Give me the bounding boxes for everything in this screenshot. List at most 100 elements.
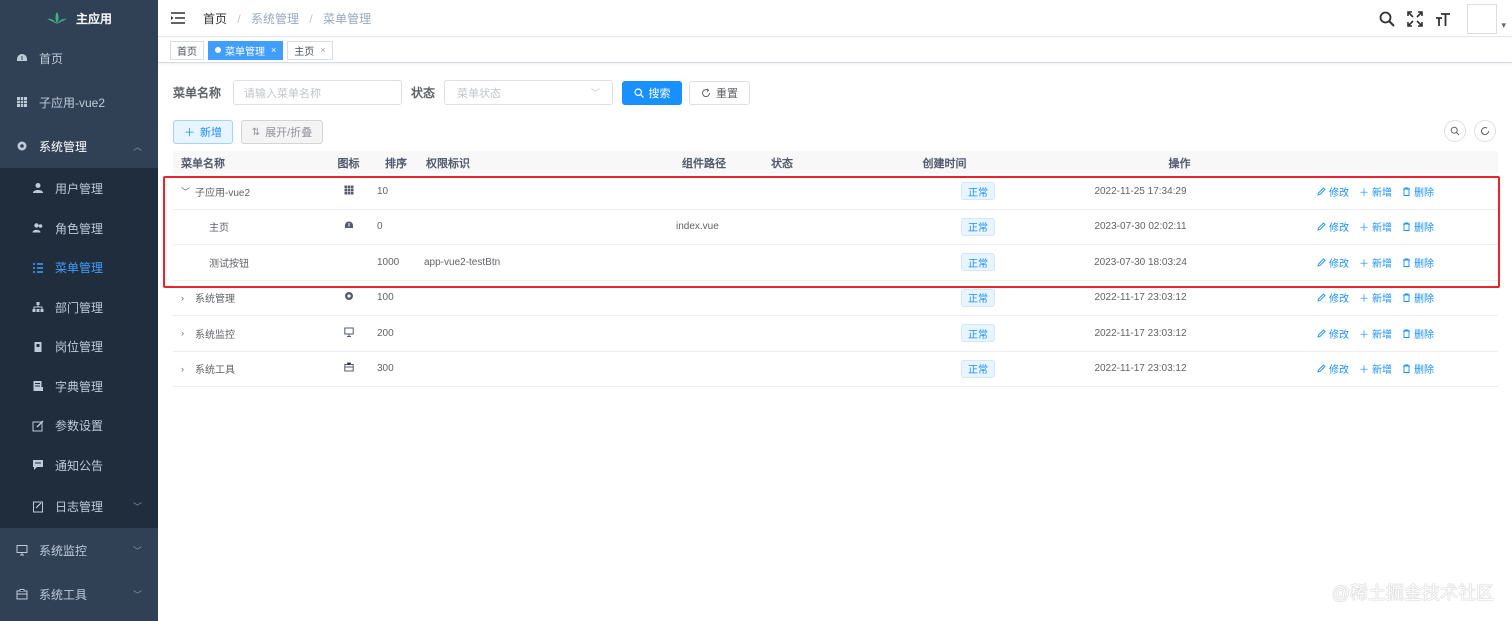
breadcrumb-system[interactable]: 系统管理 <box>251 12 299 26</box>
tag-home[interactable]: 首页 <box>170 40 204 60</box>
sidebar-item-logs[interactable]: 日志管理 ﹀ <box>0 485 158 528</box>
tag-menu-manage[interactable]: 菜单管理 × <box>208 40 284 60</box>
edit-button[interactable]: 修改 <box>1317 361 1349 376</box>
hamburger-icon[interactable] <box>171 12 185 24</box>
status-badge: 正常 <box>961 217 995 236</box>
submenu-system: 用户管理 角色管理 菜单管理 部门管理 岗位管理 字典管理 参数设置 通知公告 … <box>0 168 158 528</box>
add-child-button[interactable]: ＋新增 <box>1359 255 1392 270</box>
header-perms: 权限标识 <box>426 157 470 170</box>
sidebar-item-monitor[interactable]: 系统监控 ﹀ <box>0 528 158 572</box>
table-body: ﹀ 子应用-vue2 10 正常 2022-11-25 17:34:29 修改 … <box>173 174 1498 387</box>
edit-button[interactable]: 修改 <box>1317 255 1349 270</box>
close-icon[interactable]: × <box>320 45 325 55</box>
reset-button[interactable]: 重置 <box>689 80 751 105</box>
sidebar-item-label: 系统工具 <box>39 587 88 602</box>
sidebar-item-label: 菜单管理 <box>55 261 104 275</box>
close-icon[interactable]: × <box>271 45 276 55</box>
cell-created: 2022-11-17 23:03:12 <box>1094 292 1187 304</box>
delete-button[interactable]: 删除 <box>1402 255 1434 270</box>
sidebar-item-users[interactable]: 用户管理 <box>0 168 158 208</box>
cell-created: 2022-11-25 17:34:29 <box>1094 185 1187 197</box>
chevron-down-icon: ﹀ <box>132 545 142 556</box>
chevron-right-icon[interactable]: › <box>181 364 195 374</box>
sidebar-item-roles[interactable]: 角色管理 <box>0 208 158 248</box>
status-select[interactable]: 菜单状态 ﹀ <box>444 80 614 105</box>
sidebar-item-notice[interactable]: 通知公告 <box>0 445 158 485</box>
plus-icon: ＋ <box>184 127 195 139</box>
tag-label: 菜单管理 <box>225 46 265 58</box>
dashboard-icon <box>344 220 354 233</box>
delete-icon <box>1403 258 1410 267</box>
table-row: ﹀ 子应用-vue2 10 正常 2022-11-25 17:34:29 修改 … <box>173 174 1498 210</box>
logo[interactable]: 主应用 <box>0 0 158 36</box>
add-button[interactable]: ＋ 新增 <box>173 120 233 144</box>
chevron-right-icon[interactable]: › <box>181 293 195 303</box>
delete-label: 删除 <box>1414 329 1434 341</box>
edit-button[interactable]: 修改 <box>1317 326 1349 341</box>
breadcrumb-home[interactable]: 首页 <box>203 12 227 26</box>
delete-label: 删除 <box>1414 258 1434 270</box>
edit-icon <box>1317 329 1326 338</box>
sidebar-item-system[interactable]: 系统管理 ︿ <box>0 124 158 168</box>
search-icon[interactable] <box>1379 11 1396 27</box>
sidebar-item-label: 通知公告 <box>55 458 104 473</box>
delete-button[interactable]: 删除 <box>1402 184 1434 199</box>
sort-icon: ⇅ <box>251 126 261 138</box>
refresh-button[interactable] <box>1474 120 1496 142</box>
header-name: 菜单名称 <box>181 157 225 170</box>
table-row: › 系统监控 200 正常 2022-11-17 23:03:12 修改 ＋新增… <box>173 316 1498 352</box>
delete-button[interactable]: 删除 <box>1402 219 1434 234</box>
sidebar-item-config[interactable]: 参数设置 <box>0 406 158 445</box>
chevron-down-icon[interactable]: ﹀ <box>181 185 195 198</box>
sidebar-item-dict[interactable]: 字典管理 <box>0 366 158 406</box>
status-badge: 正常 <box>961 182 995 201</box>
chevron-right-icon[interactable]: › <box>181 328 195 338</box>
chevron-down-icon: ﹀ <box>591 88 601 98</box>
plus-icon: ＋ <box>1359 294 1369 306</box>
add-child-button[interactable]: ＋新增 <box>1359 219 1392 234</box>
menu-name-label: 菜单名称 <box>173 86 222 100</box>
font-size-icon[interactable] <box>1435 11 1451 27</box>
delete-label: 删除 <box>1414 223 1434 235</box>
sidebar-item-label: 首页 <box>39 51 64 66</box>
edit-icon <box>1317 293 1326 302</box>
dict-icon <box>32 380 44 392</box>
cell-perms: app-vue2-testBtn <box>424 256 501 268</box>
add-child-button[interactable]: ＋新增 <box>1359 361 1392 376</box>
sidebar-item-home[interactable]: 首页 <box>0 36 158 80</box>
add-child-button[interactable]: ＋新增 <box>1359 184 1392 199</box>
add-label: 新增 <box>1372 258 1392 270</box>
sidebar-item-subapp[interactable]: 子应用-vue2 <box>0 80 158 124</box>
add-child-button[interactable]: ＋新增 <box>1359 290 1392 305</box>
fullscreen-icon[interactable] <box>1407 10 1424 27</box>
user-icon <box>32 182 44 194</box>
sidebar-item-tools[interactable]: 系统工具 ﹀ <box>0 572 158 616</box>
add-child-button[interactable]: ＋新增 <box>1359 326 1392 341</box>
status-badge: 正常 <box>961 359 995 378</box>
edit-button[interactable]: 修改 <box>1317 184 1349 199</box>
edit-button[interactable]: 修改 <box>1317 290 1349 305</box>
delete-button[interactable]: 删除 <box>1402 290 1434 305</box>
cell-order: 10 <box>377 185 389 197</box>
header-component: 组件路径 <box>682 157 726 170</box>
sidebar-item-menus[interactable]: 菜单管理 <box>0 248 158 287</box>
edit-label: 修改 <box>1329 365 1349 377</box>
avatar[interactable] <box>1467 3 1498 34</box>
expand-collapse-button[interactable]: ⇅ 展开/折叠 <box>241 120 323 144</box>
search-form: 菜单名称 请输入菜单名称 状态 菜单状态 ﹀ 搜索 重置 <box>173 80 751 105</box>
tag-label: 主页 <box>294 46 315 58</box>
toggle-search-button[interactable] <box>1444 120 1466 142</box>
cell-order: 300 <box>377 363 394 375</box>
delete-button[interactable]: 删除 <box>1402 361 1434 376</box>
tree-icon <box>32 301 44 313</box>
tag-main[interactable]: 主页 × <box>287 40 333 60</box>
sidebar-item-posts[interactable]: 岗位管理 <box>0 327 158 366</box>
caret-down-icon[interactable]: ▾ <box>1501 20 1506 31</box>
search-button[interactable]: 搜索 <box>622 80 683 105</box>
delete-button[interactable]: 删除 <box>1402 326 1434 341</box>
sidebar-item-depts[interactable]: 部门管理 <box>0 287 158 327</box>
app-root: 主应用 首页 子应用-vue2 系统管理 ︿ 用户管理 角色管理 菜单管理 部门… <box>0 0 1512 621</box>
delete-label: 删除 <box>1414 365 1434 377</box>
edit-button[interactable]: 修改 <box>1317 219 1349 234</box>
menu-name-input[interactable]: 请输入菜单名称 <box>233 80 403 105</box>
